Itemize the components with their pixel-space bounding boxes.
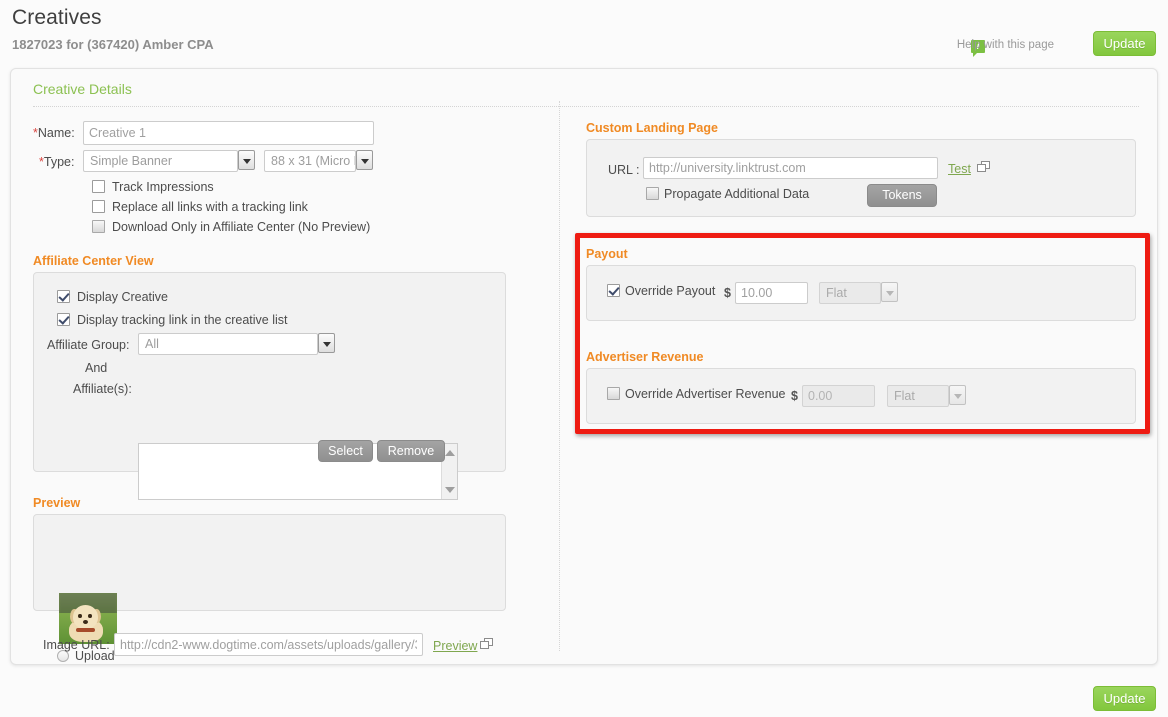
scroll-down-icon[interactable] — [445, 487, 455, 493]
page-title: Creatives — [12, 6, 102, 29]
remove-button[interactable]: Remove — [377, 440, 445, 462]
chevron-down-icon-type[interactable] — [238, 150, 255, 170]
creative-details-panel: Creative Details *Name: *Type: Simple Ba… — [10, 68, 1158, 665]
type-label: *Type: — [39, 155, 75, 169]
affiliates-label: Affiliate(s): — [73, 382, 132, 396]
puppy-collar — [76, 628, 95, 632]
download-only-label: Download Only in Affiliate Center (No Pr… — [112, 220, 370, 234]
display-creative-label: Display Creative — [77, 290, 169, 304]
required-asterisk: * — [33, 126, 38, 140]
column-divider — [559, 101, 560, 651]
name-input[interactable] — [83, 121, 374, 145]
tokens-button[interactable]: Tokens — [867, 184, 937, 207]
update-button-top[interactable]: Update — [1093, 31, 1156, 56]
replace-links-checkbox[interactable] — [92, 200, 105, 213]
chevron-down-icon-payout-type[interactable] — [881, 282, 898, 302]
image-url-label: Image URL: — [43, 638, 110, 652]
page-header: Creatives 1827023 for (367420) Amber CPA… — [0, 0, 1168, 66]
image-url-input[interactable] — [114, 633, 423, 656]
and-label: And — [85, 361, 108, 375]
creative-thumbnail-image — [59, 593, 117, 644]
chevron-down-icon-size[interactable] — [356, 150, 373, 170]
section-title: Creative Details — [33, 81, 132, 97]
payout-currency-symbol: $ — [724, 286, 731, 300]
affiliate-center-view-title: Affiliate Center View — [33, 254, 154, 268]
popup-window-front — [977, 164, 986, 172]
affiliate-group-select[interactable]: All — [138, 333, 318, 355]
puppy-nose — [83, 620, 88, 624]
landing-page-url-input[interactable] — [643, 157, 938, 179]
payout-amount-input[interactable] — [735, 282, 808, 304]
popup-window-icon-preview[interactable] — [480, 638, 493, 649]
test-link[interactable]: Test — [948, 162, 971, 176]
preview-title: Preview — [33, 496, 81, 510]
override-payout-label: Override Payout — [625, 284, 716, 298]
track-impressions-label: Track Impressions — [112, 180, 214, 194]
puppy-eye-left — [78, 614, 82, 618]
help-with-this-page-link[interactable]: Help with this page — [957, 39, 1054, 51]
title-divider — [33, 106, 1139, 107]
chevron-down-icon-affiliate-group[interactable] — [318, 333, 335, 353]
override-advertiser-revenue-checkbox[interactable] — [607, 387, 620, 400]
replace-links-label: Replace all links with a tracking link — [112, 200, 308, 214]
custom-landing-page-title: Custom Landing Page — [586, 121, 718, 135]
download-only-checkbox[interactable] — [92, 220, 105, 233]
name-label: *Name: — [33, 126, 75, 140]
propagate-additional-data-checkbox[interactable] — [646, 187, 659, 200]
payout-type-select[interactable]: Flat — [819, 282, 881, 304]
track-impressions-checkbox[interactable] — [92, 180, 105, 193]
download-only-suffix: (No Preview) — [298, 220, 371, 234]
affiliate-group-label: Affiliate Group: — [47, 338, 130, 352]
popup-window-icon-test[interactable] — [977, 161, 990, 172]
popup-window-front-2 — [480, 641, 489, 649]
page-subtitle: 1827023 for (367420) Amber CPA — [12, 37, 214, 52]
advertiser-revenue-currency-symbol: $ — [791, 389, 798, 403]
payout-title: Payout — [586, 247, 628, 261]
image-preview-link[interactable]: Preview — [433, 639, 477, 653]
propagate-additional-data-label: Propagate Additional Data — [664, 187, 810, 201]
override-advertiser-revenue-label: Override Advertiser Revenue — [625, 387, 786, 401]
select-button[interactable]: Select — [318, 440, 373, 462]
url-label: URL : — [608, 163, 640, 177]
display-tracking-link-checkbox[interactable] — [57, 313, 70, 326]
advertiser-revenue-title: Advertiser Revenue — [586, 350, 704, 364]
advertiser-revenue-type-select[interactable]: Flat — [887, 385, 949, 407]
download-only-text: Download Only in Affiliate Center — [112, 220, 295, 234]
required-asterisk-type: * — [39, 155, 44, 169]
advertiser-revenue-amount-input[interactable] — [802, 385, 875, 407]
chevron-down-icon-advertiser-revenue-type[interactable] — [949, 385, 966, 405]
display-tracking-link-label: Display tracking link in the creative li… — [77, 313, 288, 327]
scroll-up-icon[interactable] — [445, 450, 455, 456]
type-select[interactable]: Simple Banner — [83, 150, 238, 172]
size-select[interactable]: 88 x 31 (Micro E — [264, 150, 356, 172]
display-creative-checkbox[interactable] — [57, 290, 70, 303]
puppy-eye-right — [88, 614, 92, 618]
update-button-bottom[interactable]: Update — [1093, 686, 1156, 711]
override-payout-checkbox[interactable] — [607, 284, 620, 297]
puppy-head — [73, 605, 98, 629]
